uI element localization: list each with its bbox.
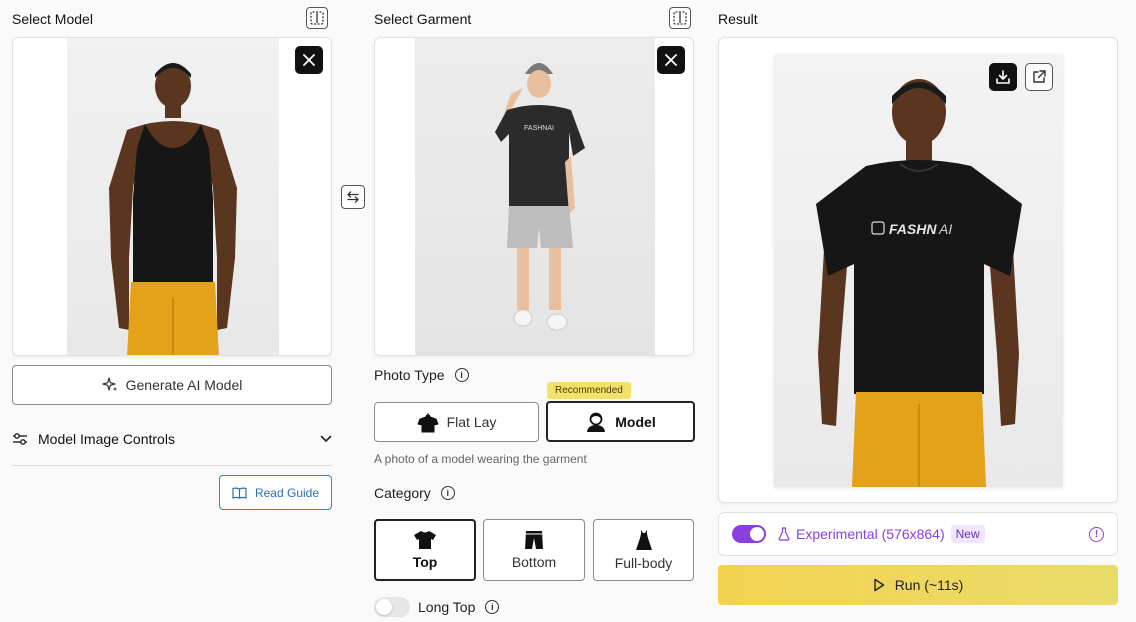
info-icon[interactable]: i bbox=[454, 368, 469, 382]
new-badge: New bbox=[950, 525, 985, 543]
book-icon bbox=[232, 487, 247, 499]
model-image-controls-label: Model Image Controls bbox=[38, 431, 175, 447]
category-label: Category bbox=[374, 485, 431, 501]
remove-model-button[interactable] bbox=[295, 46, 323, 74]
info-icon[interactable]: i bbox=[440, 486, 455, 500]
generate-ai-model-label: Generate AI Model bbox=[125, 377, 243, 393]
remove-garment-button[interactable] bbox=[657, 46, 685, 74]
long-top-toggle[interactable] bbox=[374, 597, 410, 617]
chevron-down-icon bbox=[320, 435, 332, 443]
run-button[interactable]: Run (~11s) bbox=[718, 565, 1118, 605]
long-top-label: Long Top bbox=[418, 599, 476, 615]
experimental-bar: Experimental (576x864) New ! bbox=[718, 512, 1118, 556]
photo-type-row: Photo Type i bbox=[374, 367, 469, 383]
garment-image-card[interactable]: FASHNAI bbox=[374, 37, 694, 356]
result-image-card: FASHN AI bbox=[718, 37, 1118, 503]
result-figure: FASHN AI bbox=[816, 79, 1022, 487]
compare-toggle-button[interactable] bbox=[306, 7, 328, 29]
close-icon bbox=[665, 54, 677, 66]
garment-print-text: FASHNAI bbox=[524, 125, 554, 132]
split-view-icon bbox=[673, 11, 687, 25]
flat-lay-shirt-icon bbox=[416, 413, 439, 433]
swap-arrows-icon bbox=[347, 191, 359, 203]
shirt-logo-bold: FASHN bbox=[889, 221, 937, 237]
pants-icon bbox=[525, 531, 543, 549]
shirt-logo-light: AI bbox=[938, 221, 952, 237]
garment-photo: FASHNAI bbox=[415, 38, 655, 355]
recommended-badge: Recommended bbox=[547, 382, 631, 399]
photo-type-flat-lay[interactable]: Flat Lay bbox=[374, 402, 539, 442]
garment-compare-toggle-button[interactable] bbox=[669, 7, 691, 29]
read-guide-button[interactable]: Read Guide bbox=[219, 475, 332, 510]
external-link-icon bbox=[1033, 70, 1046, 83]
long-top-row: Long Top i bbox=[374, 597, 500, 617]
garment-model-figure: FASHNAI bbox=[495, 63, 585, 331]
garment-panel-title: Select Garment bbox=[374, 11, 472, 27]
result-panel-title: Result bbox=[718, 11, 758, 27]
split-view-icon bbox=[310, 11, 324, 25]
sliders-icon bbox=[13, 433, 27, 445]
model-image-controls-toggle[interactable]: Model Image Controls bbox=[12, 428, 332, 450]
model-figure bbox=[109, 63, 237, 355]
close-icon bbox=[303, 54, 315, 66]
swap-button[interactable] bbox=[341, 185, 365, 209]
category-full-body[interactable]: Full-body bbox=[593, 519, 694, 581]
flat-lay-label: Flat Lay bbox=[446, 414, 497, 430]
dress-icon bbox=[635, 530, 652, 550]
download-icon bbox=[996, 70, 1010, 84]
category-row: Category i bbox=[374, 485, 455, 501]
model-label: Model bbox=[615, 413, 656, 430]
category-full-body-label: Full-body bbox=[614, 555, 673, 571]
generate-ai-model-button[interactable]: Generate AI Model bbox=[12, 365, 332, 405]
experimental-toggle[interactable] bbox=[732, 525, 766, 543]
play-icon bbox=[873, 578, 884, 592]
divider bbox=[12, 465, 332, 466]
model-panel-title: Select Model bbox=[12, 11, 93, 27]
category-bottom[interactable]: Bottom bbox=[483, 519, 585, 581]
model-image-card[interactable] bbox=[12, 37, 332, 356]
tshirt-icon bbox=[414, 531, 436, 549]
info-icon[interactable]: i bbox=[485, 600, 500, 614]
open-external-button[interactable] bbox=[1025, 63, 1053, 91]
photo-type-label: Photo Type bbox=[374, 367, 445, 383]
photo-type-model[interactable]: Model bbox=[546, 401, 695, 442]
download-button[interactable] bbox=[989, 63, 1017, 91]
experimental-label: Experimental (576x864) bbox=[796, 526, 945, 542]
model-person-icon bbox=[587, 412, 606, 432]
sparkle-icon bbox=[102, 377, 117, 391]
category-top-label: Top bbox=[412, 554, 438, 570]
category-top[interactable]: Top bbox=[374, 519, 476, 581]
read-guide-label: Read Guide bbox=[254, 485, 320, 500]
run-label: Run (~11s) bbox=[894, 577, 964, 593]
model-photo bbox=[67, 38, 279, 355]
flask-icon bbox=[778, 527, 790, 541]
result-photo: FASHN AI bbox=[774, 54, 1063, 487]
photo-type-hint: A photo of a model wearing the garment bbox=[374, 452, 587, 466]
category-bottom-label: Bottom bbox=[511, 554, 557, 570]
experimental-info-icon[interactable]: ! bbox=[1089, 526, 1104, 542]
